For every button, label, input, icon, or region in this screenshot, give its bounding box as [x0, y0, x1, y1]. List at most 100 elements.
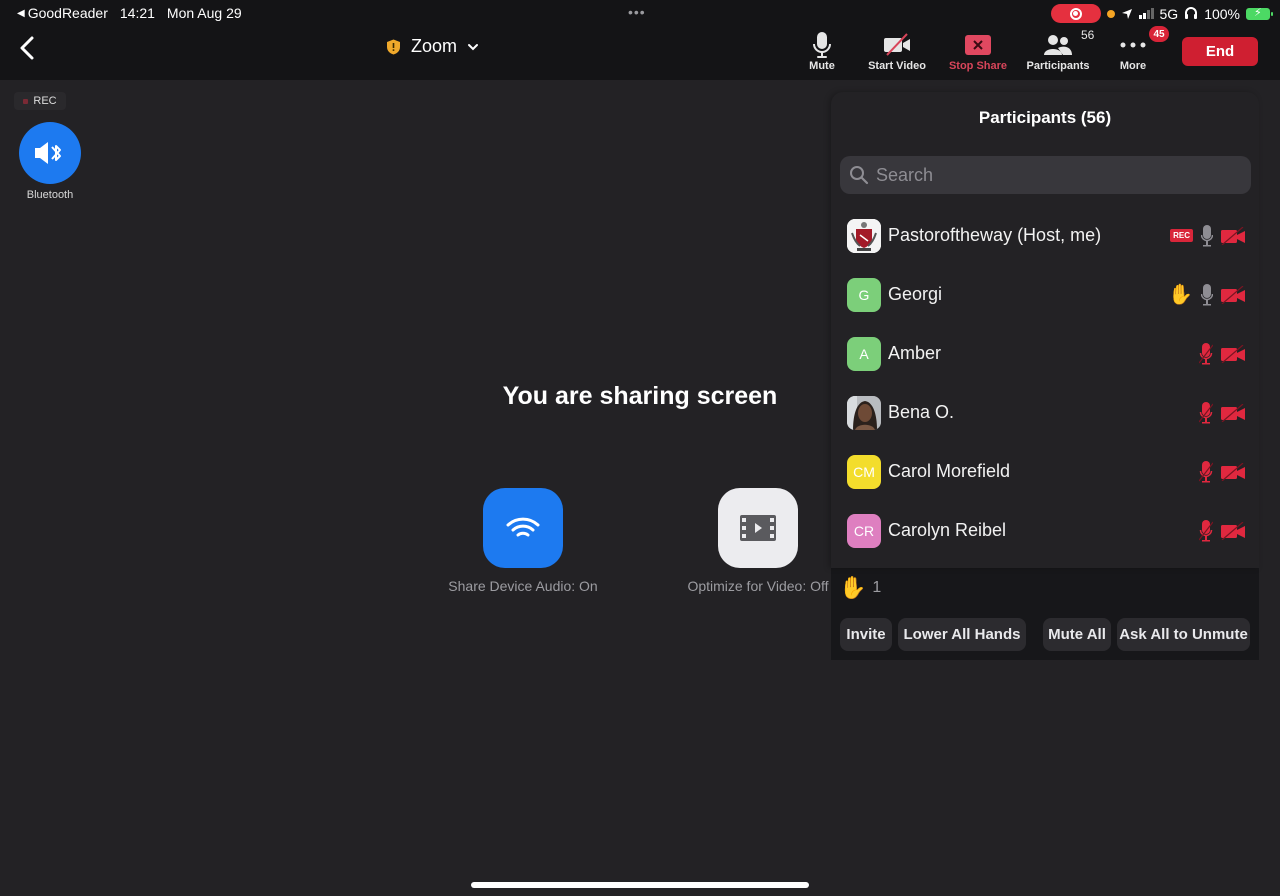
raised-hands-count: 1 [872, 579, 882, 596]
participants-label: Participants [1026, 60, 1090, 72]
network-type: 5G [1159, 5, 1179, 22]
participants-icon [1044, 35, 1072, 55]
meeting-info-button[interactable]: Zoom [386, 36, 479, 57]
participant-row[interactable]: CR Carolyn Reibel [831, 501, 1259, 560]
crest-avatar-icon [847, 218, 881, 253]
video-off-icon [1221, 403, 1245, 422]
avatar [847, 395, 881, 430]
mute-all-button[interactable]: Mute All [1043, 618, 1111, 651]
chevron-down-icon [468, 43, 479, 50]
participant-search-input[interactable] [876, 164, 1236, 186]
battery-percentage: 100% [1204, 5, 1240, 22]
participants-panel: Participants (56) Pastoroftheway (Host, … [831, 92, 1259, 568]
raised-hands-summary: ✋ 1 [839, 577, 881, 599]
screen-recording-indicator[interactable] [1050, 4, 1101, 23]
mic-in-use-dot [1106, 9, 1115, 18]
bluetooth-speaker-icon [35, 142, 61, 164]
stop-share-label: Stop Share [948, 60, 1008, 72]
video-off-icon [1221, 462, 1245, 481]
raised-hand-icon: ✋ [839, 575, 867, 600]
ask-all-to-unmute-button[interactable]: Ask All to Unmute [1117, 618, 1250, 651]
location-arrow-icon [1121, 8, 1132, 19]
participant-row[interactable]: CM Carol Morefield [831, 442, 1259, 501]
video-off-icon [1221, 285, 1245, 304]
multitasking-dots-icon[interactable]: ••• [628, 4, 646, 20]
cellular-signal-icon [1138, 8, 1154, 19]
back-app-name: GoodReader [27, 5, 108, 21]
avatar: CR [847, 513, 881, 548]
microphone-on-icon [1201, 224, 1213, 246]
search-icon [850, 166, 869, 185]
avatar-initials: A [859, 345, 869, 362]
microphone-muted-icon [1199, 460, 1213, 482]
back-chevron-icon[interactable] [16, 34, 40, 62]
video-off-icon [1221, 344, 1245, 363]
raised-hand-icon: ✋ [1168, 283, 1193, 306]
meeting-toolbar: Zoom Mute Start Video Stop Share 56 Part… [0, 26, 1280, 80]
audio-output-button[interactable] [19, 122, 81, 184]
microphone-icon [813, 32, 831, 58]
more-button[interactable]: 45 More [1112, 26, 1169, 72]
more-label: More [1119, 60, 1147, 72]
participants-count: 56 [1081, 28, 1095, 42]
video-off-icon [1221, 521, 1245, 540]
share-audio-toggle[interactable] [483, 488, 563, 568]
sharing-status-title: You are sharing screen [502, 382, 778, 410]
participant-name: Bena O. [888, 402, 955, 422]
participants-button[interactable]: 56 Participants [1022, 28, 1095, 72]
avatar [847, 218, 881, 253]
start-video-label: Start Video [868, 60, 926, 72]
stop-share-button[interactable]: Stop Share [944, 30, 1012, 72]
recording-dot-icon [23, 98, 29, 104]
film-play-icon [740, 515, 776, 541]
clock: 14:21 [119, 5, 155, 21]
date: Mon Aug 29 [166, 5, 242, 21]
audio-output-label: Bluetooth [26, 189, 74, 201]
participant-name: Georgi [888, 284, 943, 304]
avatar: G [847, 277, 881, 312]
participant-row[interactable]: G Georgi ✋ [831, 265, 1259, 324]
video-off-icon [884, 33, 910, 56]
lower-all-hands-button[interactable]: Lower All Hands [898, 618, 1026, 651]
participant-row[interactable]: Pastoroftheway (Host, me) REC [831, 206, 1259, 265]
back-triangle-icon: ◀ [17, 7, 25, 19]
participant-search-field[interactable] [840, 156, 1251, 194]
avatar: A [847, 336, 881, 371]
photo-avatar [847, 395, 881, 430]
avatar-initials: G [858, 286, 870, 303]
microphone-on-icon [1201, 283, 1213, 305]
participant-name: Pastoroftheway (Host, me) [888, 225, 1102, 245]
recording-badge: REC [1170, 229, 1193, 242]
record-icon [1069, 7, 1082, 20]
video-off-icon [1221, 226, 1245, 245]
more-notification-badge: 45 [1149, 26, 1169, 42]
share-device-audio-option[interactable]: Share Device Audio: On [440, 488, 606, 594]
optimize-video-option[interactable]: Optimize for Video: Off [680, 488, 836, 594]
microphone-muted-icon [1199, 401, 1213, 423]
home-indicator[interactable] [471, 882, 809, 888]
participants-panel-title: Participants (56) [978, 108, 1112, 127]
optimize-video-label: Optimize for Video: Off [687, 578, 829, 594]
wifi-audio-icon [506, 517, 540, 537]
headphones-icon [1185, 7, 1198, 19]
recording-status-chip[interactable]: REC [14, 92, 66, 110]
recording-label: REC [33, 95, 57, 107]
participant-row[interactable]: A Amber [831, 324, 1259, 383]
participant-row[interactable]: Bena O. [831, 383, 1259, 442]
microphone-muted-icon [1199, 342, 1213, 364]
mute-button[interactable]: Mute [806, 30, 838, 72]
stop-share-icon [965, 35, 991, 55]
optimize-video-toggle[interactable] [718, 488, 798, 568]
battery-charging-icon: ⚡ [1246, 7, 1273, 20]
start-video-button[interactable]: Start Video [862, 30, 932, 72]
share-audio-label: Share Device Audio: On [448, 578, 598, 594]
shield-warning-icon [387, 39, 400, 54]
participant-name: Carolyn Reibel [888, 520, 1007, 540]
end-meeting-button[interactable]: End [1182, 37, 1258, 66]
back-to-app-link[interactable]: ◀ GoodReader [17, 5, 108, 21]
more-dots-icon [1120, 42, 1146, 48]
avatar-initials: CR [853, 522, 875, 539]
microphone-muted-icon [1199, 519, 1213, 541]
participant-name: Carol Morefield [888, 461, 1011, 481]
invite-button[interactable]: Invite [840, 618, 892, 651]
